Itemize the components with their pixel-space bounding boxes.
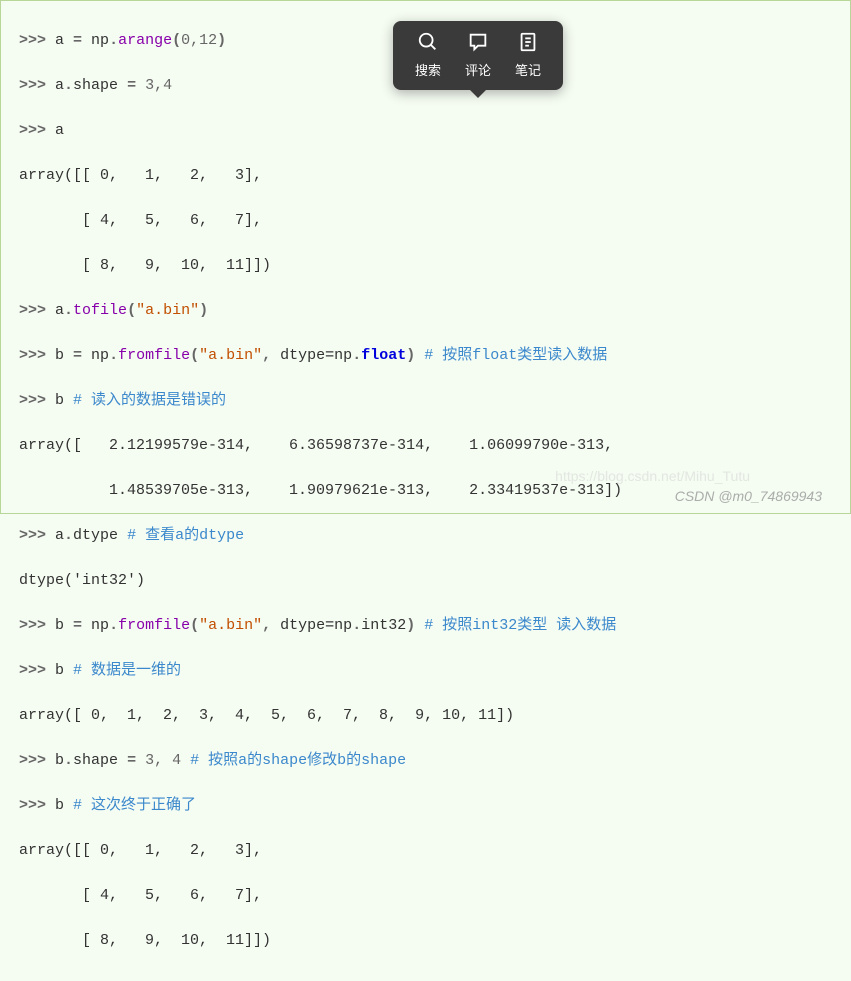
val: 3,4	[145, 77, 172, 94]
str: "a.bin"	[136, 302, 199, 319]
comment: # 数据是一维的	[73, 662, 181, 679]
prompt: >>>	[19, 77, 55, 94]
var: a	[55, 32, 73, 49]
dot: .	[64, 527, 73, 544]
search-button[interactable]: 搜索	[403, 29, 453, 82]
module: np	[91, 347, 109, 364]
func: tofile	[73, 302, 127, 319]
search-icon	[417, 31, 439, 61]
prompt: >>>	[19, 662, 55, 679]
paren: )	[217, 32, 226, 49]
prompt: >>>	[19, 617, 55, 634]
module: np	[91, 32, 109, 49]
comment: # 按照int32类型 读入数据	[415, 617, 616, 634]
kw: float	[361, 347, 406, 364]
attr: shape	[73, 77, 127, 94]
args: 0,12	[181, 32, 217, 49]
paren: )	[406, 617, 415, 634]
prompt: >>>	[19, 32, 55, 49]
func: fromfile	[118, 617, 190, 634]
var: a	[55, 527, 64, 544]
prompt: >>>	[19, 527, 55, 544]
kwarg: dtype	[280, 347, 325, 364]
paren: )	[199, 302, 208, 319]
var: b	[55, 617, 73, 634]
output: array([[ 0, 1, 2, 3],	[19, 165, 832, 188]
module: np	[334, 617, 352, 634]
paren: (	[127, 302, 136, 319]
output: array([ 0, 1, 2, 3, 4, 5, 6, 7, 8, 9, 10…	[19, 705, 832, 728]
var: a	[55, 122, 64, 139]
module: np	[334, 347, 352, 364]
paren: (	[172, 32, 181, 49]
comment: # 这次终于正确了	[73, 797, 196, 814]
prompt: >>>	[19, 752, 55, 769]
dot: .	[352, 347, 361, 364]
output: [ 4, 5, 6, 7],	[19, 885, 832, 908]
dot: .	[109, 347, 118, 364]
attr: shape	[73, 752, 127, 769]
comment-label: 评论	[465, 61, 491, 81]
output: 1.48539705e-313, 1.90979621e-313, 2.3341…	[19, 480, 832, 503]
eq: =	[73, 32, 91, 49]
floating-toolbar: 搜索 评论 笔记	[393, 21, 563, 90]
kwarg: dtype	[280, 617, 325, 634]
code-block: >>> a = np.arange(0,12) >>> a.shape = 3,…	[1, 1, 850, 981]
module: np	[91, 617, 109, 634]
eq: =	[73, 617, 91, 634]
output: [ 8, 9, 10, 11]])	[19, 930, 832, 953]
comment-icon	[467, 31, 489, 61]
val: 3, 4	[145, 752, 190, 769]
output: dtype('int32')	[19, 570, 832, 593]
output: [ 4, 5, 6, 7],	[19, 210, 832, 233]
var: b	[55, 347, 73, 364]
var: b	[55, 797, 73, 814]
note-label: 笔记	[515, 61, 541, 81]
dot: .	[64, 77, 73, 94]
dot: .	[109, 32, 118, 49]
dot: .	[64, 302, 73, 319]
var: a	[55, 77, 64, 94]
dot: .	[64, 752, 73, 769]
paren: (	[190, 347, 199, 364]
comma: ,	[262, 617, 280, 634]
prompt: >>>	[19, 302, 55, 319]
comment: # 读入的数据是错误的	[73, 392, 226, 409]
eq: =	[127, 752, 145, 769]
str: "a.bin"	[199, 347, 262, 364]
prompt: >>>	[19, 122, 55, 139]
note-button[interactable]: 笔记	[503, 29, 553, 82]
prompt: >>>	[19, 347, 55, 364]
attr: dtype	[73, 527, 127, 544]
var: b	[55, 752, 64, 769]
output: array([ 2.12199579e-314, 6.36598737e-314…	[19, 435, 832, 458]
var: b	[55, 392, 73, 409]
note-icon	[517, 31, 539, 61]
paren: (	[190, 617, 199, 634]
output: array([[ 0, 1, 2, 3],	[19, 840, 832, 863]
str: "a.bin"	[199, 617, 262, 634]
eq: =	[325, 617, 334, 634]
eq: =	[127, 77, 145, 94]
prompt: >>>	[19, 797, 55, 814]
attr: int32	[361, 617, 406, 634]
dot: .	[352, 617, 361, 634]
dot: .	[109, 617, 118, 634]
var: b	[55, 662, 73, 679]
comment-button[interactable]: 评论	[453, 29, 503, 82]
comment: # 查看a的dtype	[127, 527, 244, 544]
search-label: 搜索	[415, 61, 441, 81]
var: a	[55, 302, 64, 319]
prompt: >>>	[19, 392, 55, 409]
eq: =	[73, 347, 91, 364]
func: fromfile	[118, 347, 190, 364]
output: [ 8, 9, 10, 11]])	[19, 255, 832, 278]
func: arange	[118, 32, 172, 49]
comma: ,	[262, 347, 280, 364]
eq: =	[325, 347, 334, 364]
comment: # 按照float类型读入数据	[415, 347, 607, 364]
paren: )	[406, 347, 415, 364]
comment: # 按照a的shape修改b的shape	[190, 752, 406, 769]
